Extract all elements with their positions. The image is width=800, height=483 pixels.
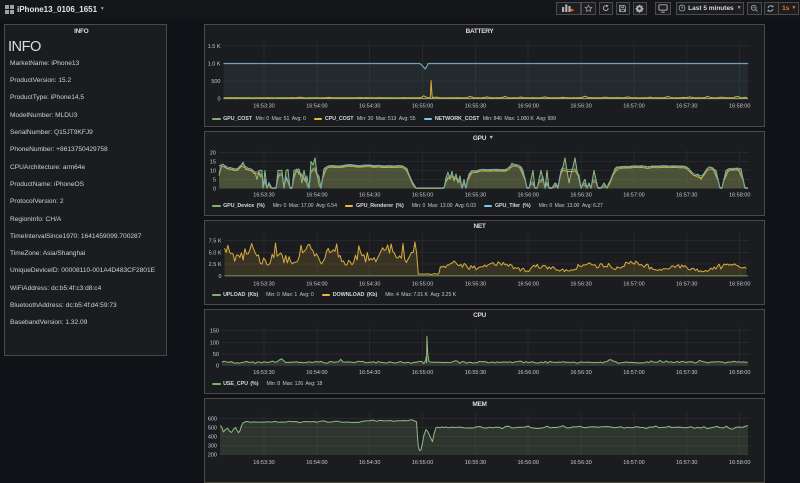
svg-text:16:58:00: 16:58:00	[729, 104, 750, 110]
svg-text:15: 15	[210, 159, 216, 165]
svg-text:16:57:00: 16:57:00	[623, 104, 644, 110]
svg-text:16:57:00: 16:57:00	[623, 192, 644, 198]
svg-text:0: 0	[216, 363, 219, 369]
svg-text:150: 150	[210, 328, 219, 334]
svg-text:300: 300	[208, 443, 217, 449]
svg-text:16:56:30: 16:56:30	[570, 370, 591, 376]
svg-text:16:54:00: 16:54:00	[306, 370, 327, 376]
svg-text:16:53:30: 16:53:30	[253, 192, 274, 198]
svg-text:16:58:00: 16:58:00	[729, 281, 750, 287]
svg-text:16:58:00: 16:58:00	[729, 370, 750, 376]
svg-text:16:55:00: 16:55:00	[412, 192, 433, 198]
svg-text:500: 500	[211, 79, 220, 85]
svg-text:50: 50	[213, 351, 219, 357]
svg-text:0: 0	[213, 186, 216, 192]
svg-text:7.5 K: 7.5 K	[209, 238, 222, 244]
svg-text:16:56:30: 16:56:30	[570, 104, 591, 110]
svg-text:16:54:00: 16:54:00	[306, 281, 327, 287]
svg-text:16:57:30: 16:57:30	[676, 281, 697, 287]
svg-text:500: 500	[208, 425, 217, 431]
svg-text:16:56:00: 16:56:00	[517, 192, 538, 198]
svg-text:1.5 K: 1.5 K	[208, 44, 221, 50]
svg-text:20: 20	[210, 150, 216, 156]
svg-text:16:57:00: 16:57:00	[623, 281, 644, 287]
svg-text:16:57:30: 16:57:30	[676, 104, 697, 110]
svg-text:16:54:00: 16:54:00	[306, 104, 327, 110]
svg-text:16:57:30: 16:57:30	[676, 370, 697, 376]
svg-text:16:55:00: 16:55:00	[412, 281, 433, 287]
svg-text:100: 100	[210, 340, 219, 346]
svg-text:16:56:30: 16:56:30	[570, 192, 591, 198]
svg-text:16:56:00: 16:56:00	[517, 104, 538, 110]
svg-text:5.0 K: 5.0 K	[209, 250, 222, 256]
svg-text:0: 0	[217, 97, 220, 103]
svg-text:10: 10	[210, 168, 216, 174]
svg-text:16:55:30: 16:55:30	[465, 104, 486, 110]
svg-text:16:53:30: 16:53:30	[253, 370, 274, 376]
svg-text:16:58:00: 16:58:00	[729, 192, 750, 198]
svg-text:16:56:00: 16:56:00	[517, 370, 538, 376]
svg-text:16:55:00: 16:55:00	[412, 370, 433, 376]
svg-text:16:54:30: 16:54:30	[359, 281, 380, 287]
svg-text:16:57:30: 16:57:30	[676, 192, 697, 198]
svg-text:600: 600	[208, 416, 217, 422]
svg-text:16:54:30: 16:54:30	[359, 192, 380, 198]
svg-text:16:54:00: 16:54:00	[306, 192, 327, 198]
svg-text:5: 5	[213, 177, 216, 183]
svg-text:200: 200	[208, 452, 217, 458]
svg-text:0: 0	[218, 274, 221, 280]
svg-text:16:56:30: 16:56:30	[570, 281, 591, 287]
svg-text:16:55:30: 16:55:30	[465, 192, 486, 198]
svg-text:1.0 K: 1.0 K	[208, 61, 221, 67]
svg-text:16:54:30: 16:54:30	[359, 370, 380, 376]
svg-text:16:54:30: 16:54:30	[359, 104, 380, 110]
svg-text:16:53:30: 16:53:30	[253, 104, 274, 110]
svg-text:16:56:00: 16:56:00	[517, 281, 538, 287]
svg-text:400: 400	[208, 434, 217, 440]
svg-text:16:55:30: 16:55:30	[465, 370, 486, 376]
svg-text:2.5 K: 2.5 K	[209, 262, 222, 268]
svg-text:16:55:00: 16:55:00	[412, 104, 433, 110]
svg-text:16:55:30: 16:55:30	[465, 281, 486, 287]
svg-text:16:53:30: 16:53:30	[253, 281, 274, 287]
svg-text:16:57:00: 16:57:00	[623, 370, 644, 376]
